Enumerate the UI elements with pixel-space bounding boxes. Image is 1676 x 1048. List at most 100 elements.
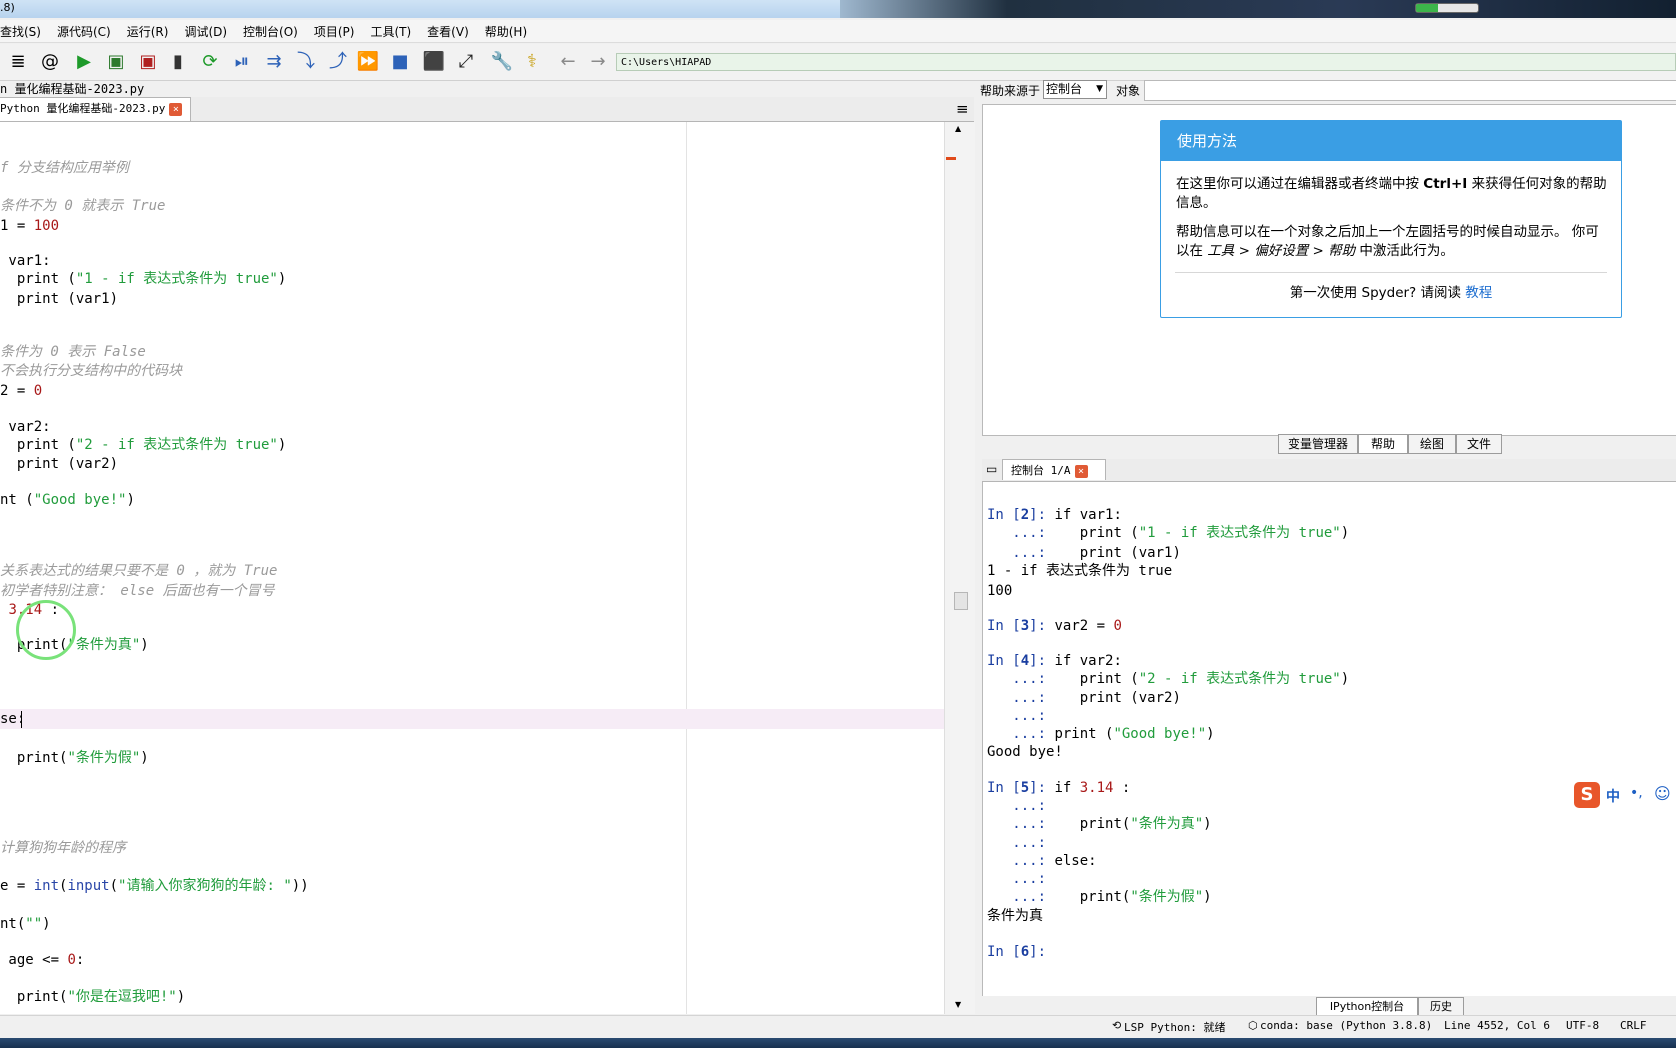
help-paragraph-2: 帮助信息可以在一个对象之后加上一个左圆括号的时候自动显示。 你可以在 工具 > … (1176, 223, 1608, 261)
code-text: ) (277, 437, 287, 453)
stop-icon[interactable]: ■ (388, 50, 412, 74)
fullscreen-icon[interactable]: ⤢ (454, 50, 478, 74)
step-icon[interactable]: ⇉ (262, 50, 286, 74)
editor-scrollbar[interactable]: ▲ ▼ (944, 122, 975, 1014)
rerun-icon[interactable]: ⟳ (198, 50, 222, 74)
help-object-input[interactable] (1144, 80, 1676, 101)
code-line: 2 = 0 (0, 382, 42, 400)
code-builtin: int (33, 878, 60, 894)
console-number: 3.14 (1079, 780, 1114, 796)
run-selection-icon[interactable]: ▮ (166, 50, 190, 74)
help-object-label: 对象 (1116, 84, 1141, 98)
console-code: print( (1046, 816, 1131, 832)
menu-tools[interactable]: 工具(T) (362, 23, 419, 40)
run-cell-advance-icon[interactable]: ▣ (136, 50, 160, 74)
continue-icon[interactable]: ⏩ (356, 50, 380, 74)
console-code: print (var2) (1046, 690, 1181, 706)
python-path-icon[interactable]: ⚕ (520, 50, 544, 74)
ipython-console[interactable]: In [2]: if var1: ...: print ("1 - if 表达式… (982, 482, 1676, 996)
code-string: "你是在逗我吧!" (67, 989, 177, 1005)
help-text: 在这里你可以通过在编辑器或者终端中按 (1176, 176, 1424, 192)
console-code: ) (1340, 671, 1350, 687)
tutorial-link[interactable]: 教程 (1465, 285, 1492, 301)
step-into-icon[interactable]: ⤵ (294, 50, 318, 74)
code-line: 条件为 0 表示 False (0, 344, 146, 360)
code-line: nt ("Good bye!") (0, 491, 135, 509)
maximize-pane-icon[interactable]: ⬛ (422, 50, 446, 74)
back-arrow-icon[interactable]: ← (556, 50, 580, 74)
menu-search[interactable]: 查找(S) (0, 23, 49, 40)
prompt-number: 4 (1020, 653, 1030, 669)
menu-debug[interactable]: 调试(D) (176, 23, 235, 40)
tab-files[interactable]: 文件 (1456, 434, 1502, 454)
console-window-icon[interactable]: ▭ (986, 462, 997, 476)
menu-consoles[interactable]: 控制台(O) (235, 23, 306, 40)
code-text: )) (291, 878, 309, 894)
close-tab-icon[interactable]: × (1074, 464, 1088, 478)
mouse-click-indicator (16, 600, 76, 660)
prompt-in: In (987, 618, 1013, 634)
close-tab-icon[interactable]: × (169, 102, 183, 116)
list-icon[interactable]: ≣ (6, 50, 30, 74)
menu-projects[interactable]: 项目(P) (306, 23, 363, 40)
conda-env-icon: ⬡ (1248, 1019, 1258, 1032)
prompt-in: In (987, 653, 1013, 669)
tab-variable-explorer[interactable]: 变量管理器 (1278, 434, 1358, 454)
menu-view[interactable]: 查看(V) (419, 23, 477, 40)
console-line: In [2]: if var1: (987, 507, 1122, 523)
sogou-logo-icon[interactable]: S (1574, 782, 1600, 808)
step-return-icon[interactable]: ⤴ (326, 50, 350, 74)
prompt-continuation: ...: (1012, 798, 1047, 814)
preferences-icon[interactable]: 🔧 (490, 50, 514, 74)
console-string: "条件为真" (1130, 816, 1204, 832)
tab-history[interactable]: 历史 (1418, 997, 1464, 1016)
help-source-select[interactable]: 控制台 ▼ (1043, 80, 1107, 99)
scroll-down-icon[interactable]: ▼ (955, 1000, 961, 1009)
ime-mode-indicator[interactable]: 中 (1606, 786, 1620, 806)
email-icon[interactable]: @ (38, 50, 62, 74)
lsp-status: LSP Python: 就绪 (1124, 1021, 1226, 1034)
console-line: In [6]: (987, 944, 1047, 960)
code-text: ) (277, 271, 287, 287)
options-menu-icon[interactable]: ≡ (956, 101, 969, 117)
ime-punctuation-icon[interactable]: •, (1630, 785, 1643, 801)
ime-emoji-icon[interactable]: ☺ (1654, 784, 1671, 803)
scrollbar-thumb[interactable] (954, 592, 968, 610)
scroll-up-icon[interactable]: ▲ (955, 124, 961, 133)
console-line: ...: print ("2 - if 表达式条件为 true") (987, 670, 1349, 688)
window-titlebar: .8) (0, 0, 1676, 18)
menu-help[interactable]: 帮助(H) (477, 23, 535, 40)
console-code: if var2: (1046, 653, 1122, 669)
run-icon[interactable]: ▶ (72, 50, 96, 74)
console-code: ) (1206, 726, 1215, 742)
code-line: 初学者特别注意： else 后面也有一个冒号 (0, 583, 275, 599)
working-directory-input[interactable]: C:\Users\HIAPAD (616, 53, 1676, 71)
code-text: e = (0, 878, 34, 894)
tab-help[interactable]: 帮助 (1358, 434, 1408, 454)
code-editor[interactable]: f 分支结构应用举例 条件不为 0 就表示 True 1 = 100 var1:… (0, 122, 944, 1014)
code-string: "条件为真" (67, 637, 141, 653)
help-paragraph-1: 在这里你可以通过在编辑器或者终端中按 Ctrl+I 来获得任何对象的帮助信息。 (1176, 175, 1608, 213)
tab-ipython-console[interactable]: IPython控制台 (1316, 997, 1418, 1016)
prompt-in: In (987, 507, 1013, 523)
file-encoding: UTF-8 (1566, 1019, 1600, 1032)
ime-toolbar[interactable]: S 中 •, ☺ (1574, 782, 1676, 808)
code-line: f 分支结构应用举例 (0, 160, 129, 176)
menu-source[interactable]: 源代码(C) (49, 23, 119, 40)
console-line: ...: (987, 870, 1046, 888)
code-string: "请输入你家狗狗的年龄: " (118, 878, 292, 894)
code-line: print("你是在逗我吧!") (0, 988, 185, 1006)
code-text: nt ( (0, 492, 34, 508)
menu-run[interactable]: 运行(R) (119, 23, 177, 40)
console-tabbar: ▭ 控制台 1/A × (982, 459, 1676, 482)
tab-plots[interactable]: 绘图 (1408, 434, 1456, 454)
console-code: print ( (1046, 671, 1139, 687)
console-tab[interactable]: 控制台 1/A × (1002, 459, 1106, 480)
debug-icon[interactable]: ⏯ (230, 50, 254, 74)
code-text: print( (0, 750, 68, 766)
console-code: var2 = (1046, 618, 1114, 634)
code-line: print ("2 - if 表达式条件为 true") (0, 436, 286, 454)
forward-arrow-icon[interactable]: → (586, 50, 610, 74)
editor-tab[interactable]: Python 量化编程基础-2023.py × (0, 97, 191, 121)
run-cell-icon[interactable]: ▣ (104, 50, 128, 74)
